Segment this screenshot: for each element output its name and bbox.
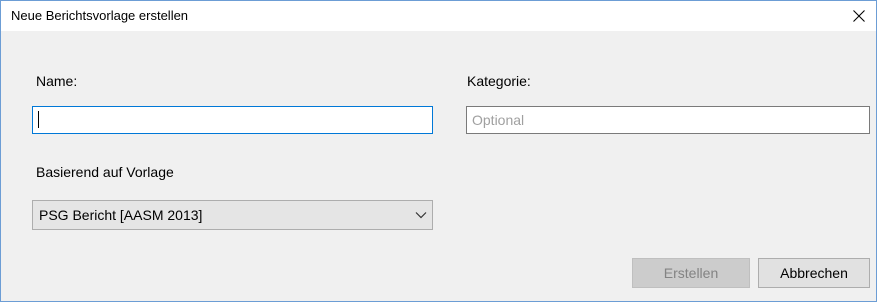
name-input[interactable] xyxy=(32,106,433,134)
create-button[interactable]: Erstellen xyxy=(632,258,750,288)
template-label: Basierend auf Vorlage xyxy=(36,164,174,180)
text-caret xyxy=(38,111,39,128)
category-input[interactable] xyxy=(466,106,870,134)
chevron-down-icon xyxy=(414,207,428,223)
cancel-button[interactable]: Abbrechen xyxy=(758,258,870,288)
title-bar: Neue Berichtsvorlage erstellen xyxy=(1,1,876,31)
template-select[interactable]: PSG Bericht [AASM 2013] xyxy=(32,200,433,230)
name-field-wrapper xyxy=(32,106,433,134)
template-selected-value: PSG Bericht [AASM 2013] xyxy=(39,207,203,223)
close-button[interactable] xyxy=(842,1,876,31)
name-label: Name: xyxy=(36,73,78,89)
close-icon xyxy=(853,10,865,22)
create-report-template-dialog: Neue Berichtsvorlage erstellen Name: Kat… xyxy=(0,0,877,302)
dialog-title: Neue Berichtsvorlage erstellen xyxy=(11,8,189,23)
category-label: Kategorie: xyxy=(467,73,531,89)
